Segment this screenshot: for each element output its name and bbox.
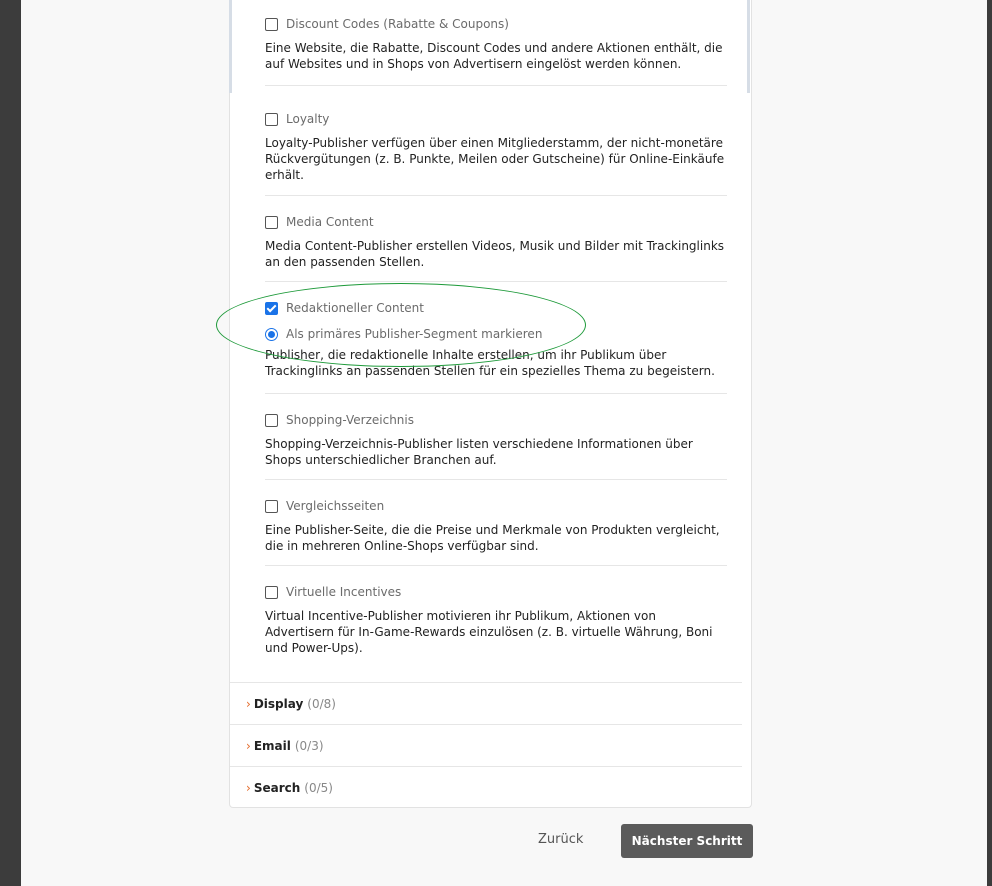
- media-content-checkbox[interactable]: [265, 215, 278, 229]
- chevron-right-icon: ›: [246, 696, 251, 711]
- back-button[interactable]: Zurück: [538, 832, 583, 847]
- segment-label: Discount Codes (Rabatte & Coupons): [286, 17, 509, 31]
- segment-label: Vergleichsseiten: [286, 499, 385, 513]
- accordion-count: (0/3): [294, 738, 324, 753]
- segment-shopping-verzeichnis: Shopping-Verzeichnis Shopping-Verzeichni…: [265, 411, 727, 468]
- segment-description: Eine Website, die Rabatte, Discount Code…: [265, 41, 723, 71]
- virtuelle-incentives-checkbox[interactable]: [265, 585, 278, 599]
- loyalty-checkbox[interactable]: [265, 112, 278, 126]
- divider: [265, 195, 727, 196]
- segment-label: Virtuelle Incentives: [286, 585, 402, 599]
- accordion-title: Search: [253, 780, 301, 795]
- segment-description: Virtual Incentive-Publisher motivieren i…: [265, 609, 713, 655]
- primary-segment-label: Als primäres Publisher-Segment markieren: [286, 327, 543, 341]
- accordion-count: (0/8): [307, 696, 336, 711]
- divider: [265, 479, 727, 480]
- discount-codes-checkbox[interactable]: [265, 17, 278, 31]
- segment-label: Shopping-Verzeichnis: [286, 413, 414, 427]
- chevron-right-icon: ›: [246, 738, 251, 753]
- segment-media-content: Media Content Media Content-Publisher er…: [265, 213, 727, 270]
- primary-segment-radio[interactable]: [265, 327, 278, 341]
- segment-description: Shopping-Verzeichnis-Publisher listen ve…: [265, 437, 693, 467]
- divider: [265, 393, 727, 394]
- divider: [265, 281, 727, 282]
- next-step-button[interactable]: Nächster Schritt: [621, 824, 753, 858]
- segment-vergleichsseiten: Vergleichsseiten Eine Publisher-Seite, d…: [265, 497, 727, 554]
- divider: [265, 565, 727, 566]
- accordion-email[interactable]: › Email (0/3): [230, 724, 742, 766]
- segment-description: Media Content-Publisher erstellen Videos…: [265, 239, 725, 269]
- divider: [265, 85, 727, 86]
- redaktioneller-content-checkbox[interactable]: [265, 301, 278, 315]
- segment-description: Publisher, die redaktionelle Inhalte ers…: [265, 348, 715, 378]
- shopping-verzeichnis-checkbox[interactable]: [265, 413, 278, 427]
- chevron-right-icon: ›: [246, 780, 251, 795]
- segment-description: Loyalty-Publisher verfügen über einen Mi…: [265, 136, 725, 182]
- accordion-count: (0/5): [304, 780, 333, 795]
- accordion-search[interactable]: › Search (0/5): [230, 766, 742, 808]
- segment-description: Eine Publisher-Seite, die die Preise und…: [265, 523, 720, 553]
- segment-loyalty: Loyalty Loyalty-Publisher verfügen über …: [265, 110, 727, 183]
- segment-label: Redaktioneller Content: [286, 301, 424, 315]
- segment-redaktioneller-content: Redaktioneller Content Als primäres Publ…: [265, 299, 727, 379]
- vergleichsseiten-checkbox[interactable]: [265, 499, 278, 513]
- segment-discount-codes: Discount Codes (Rabatte & Coupons) Eine …: [265, 15, 727, 72]
- segment-label: Loyalty: [286, 112, 330, 126]
- accordion-display[interactable]: › Display (0/8): [230, 682, 742, 724]
- accordion-title: Email: [253, 738, 291, 753]
- segment-label: Media Content: [286, 215, 374, 229]
- segment-virtuelle-incentives: Virtuelle Incentives Virtual Incentive-P…: [265, 583, 727, 656]
- accordion-title: Display: [253, 696, 304, 711]
